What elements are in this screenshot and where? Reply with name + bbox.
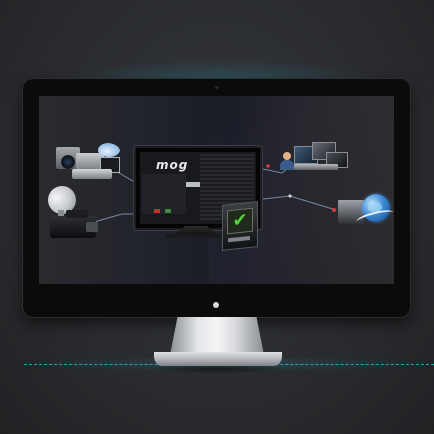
software-display-base [166, 234, 226, 238]
camera-lens [61, 155, 75, 169]
product-box: ✔ [222, 201, 258, 251]
app-play-button [165, 209, 171, 213]
keyboard-icon [294, 164, 338, 170]
camcorder-icon [50, 216, 98, 238]
workstations-group [280, 140, 348, 174]
server-icon [72, 169, 112, 179]
app-logo: mog [156, 158, 189, 172]
connector-bottom-right [253, 195, 337, 211]
checkmark-icon: ✔ [227, 207, 253, 235]
app-preview-panel [142, 174, 186, 214]
cloud-icon [98, 143, 120, 157]
camcorder-lens [86, 222, 98, 232]
app-stop-button [154, 209, 160, 213]
user-icon [280, 152, 294, 170]
storage-network-group [338, 194, 395, 230]
product-illustration: mog ✔ [0, 0, 434, 434]
user-head [283, 152, 291, 160]
ingest-devices-group [56, 143, 120, 187]
capture-devices-group [44, 182, 102, 240]
product-box-label [228, 235, 250, 243]
camcorder-handle [66, 210, 88, 218]
user-body [280, 160, 294, 170]
app-transport-strip [186, 182, 200, 187]
connector-end-top-right [266, 164, 270, 168]
connector-end-right [332, 208, 336, 212]
connector-node-right [288, 194, 292, 198]
